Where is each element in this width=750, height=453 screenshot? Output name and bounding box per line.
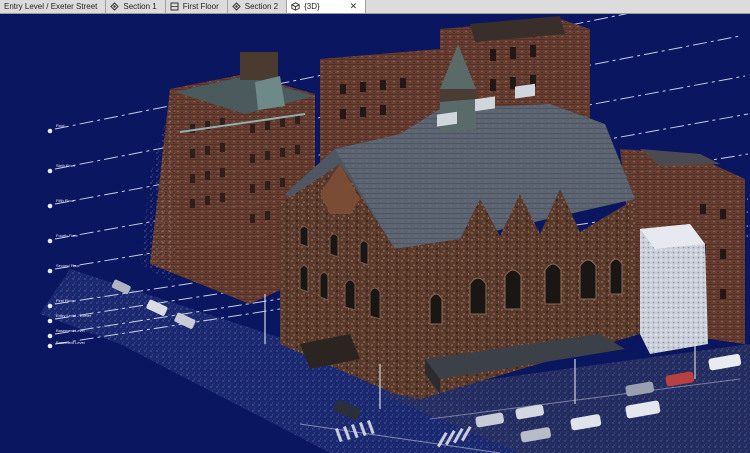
svg-text:Fourth Floor: Fourth Floor [56,233,78,238]
svg-text:Fifth Floor: Fifth Floor [56,198,75,203]
3d-viewport[interactable]: Roof Sixth Floor Fifth Floor Fourth Floo… [0,14,750,453]
section-icon [232,2,241,11]
tab-entry-level-exeter-street[interactable]: Entry Level / Exeter Street [0,0,106,13]
section-icon [110,2,119,11]
3d-view-icon [291,2,300,11]
svg-text:Sixth Floor: Sixth Floor [56,163,76,168]
svg-text:Second Floor: Second Floor [56,263,80,268]
svg-text:Roof: Roof [56,123,65,128]
floor-plan-icon [170,2,179,11]
tab-label: Section 1 [123,2,156,11]
svg-text:First Floor: First Floor [56,298,75,303]
tab-section-1[interactable]: Section 1 [106,0,165,13]
tab-label: Entry Level / Exeter Street [4,2,97,11]
scaffold-structure [640,224,708,354]
point-cloud-scene: Roof Sixth Floor Fifth Floor Fourth Floo… [0,14,750,453]
tab-label: Section 2 [245,2,278,11]
tab-first-floor[interactable]: First Floor [166,0,228,13]
tab-3d[interactable]: {3D} ✕ [287,0,366,13]
tab-label: {3D} [304,2,320,11]
tab-label: First Floor [183,2,219,11]
tab-section-2[interactable]: Section 2 [228,0,287,13]
close-icon[interactable]: ✕ [350,1,358,12]
svg-text:Entry Level - Exeter: Entry Level - Exeter [56,313,92,318]
svg-text:Basement Level: Basement Level [56,328,85,333]
view-tab-bar: Entry Level / Exeter Street Section 1 Fi… [0,0,750,14]
svg-text:Basement Level: Basement Level [56,340,85,345]
